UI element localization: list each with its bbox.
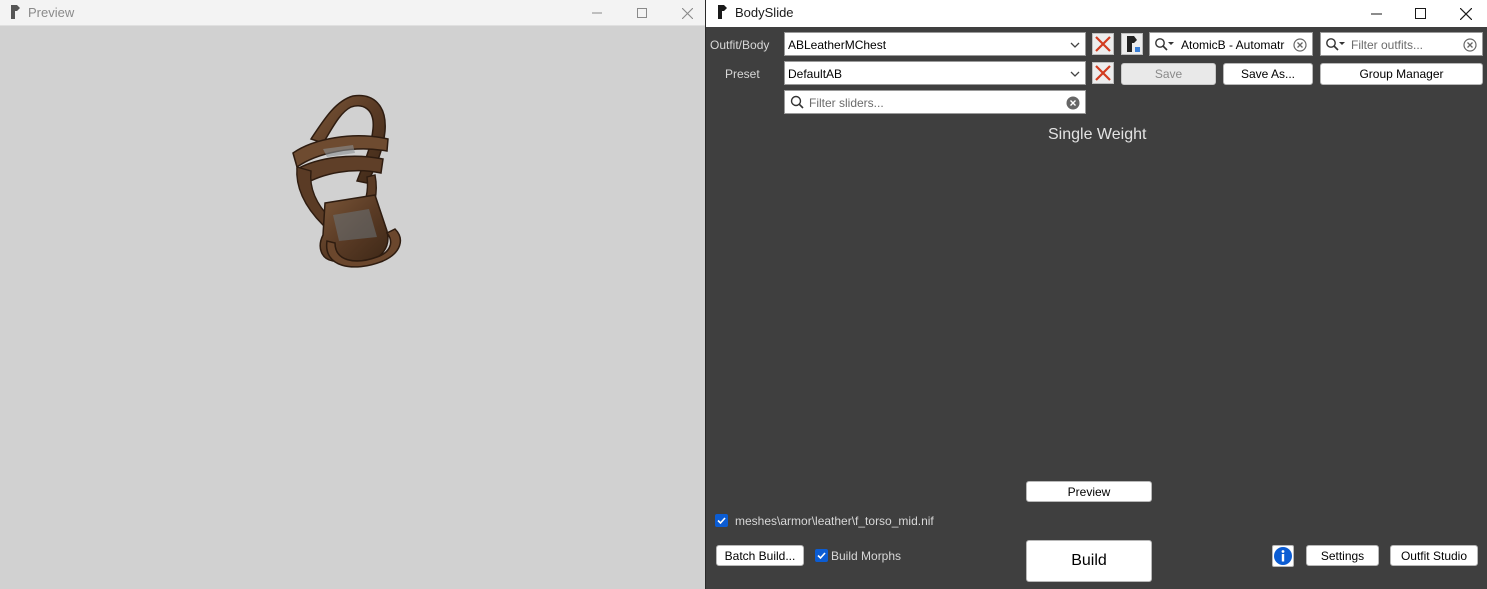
preset-label: Preset	[725, 67, 760, 81]
outfit-body-label: Outfit/Body	[710, 38, 770, 52]
info-icon	[1274, 547, 1292, 565]
maximize-icon[interactable]	[1398, 0, 1442, 27]
clear-search-icon[interactable]	[1293, 38, 1307, 52]
bodyslide-app-icon	[11, 5, 20, 19]
red-x-icon	[1095, 36, 1111, 52]
clear-search-icon[interactable]	[1463, 38, 1477, 52]
armor-model-render	[292, 94, 402, 268]
preview-window: Preview	[0, 0, 705, 589]
preview-3d-viewport[interactable]	[0, 27, 705, 589]
weight-mode-heading: Single Weight	[1048, 126, 1147, 143]
group-manager-button[interactable]: Group Manager	[1320, 63, 1483, 85]
maximize-icon[interactable]	[620, 0, 664, 26]
bodyslide-app-icon	[1127, 36, 1140, 52]
slider-filter-input[interactable]: Filter sliders...	[784, 90, 1086, 114]
output-path-checkbox[interactable]	[715, 514, 728, 527]
preview-button[interactable]: Preview	[1026, 481, 1152, 502]
outfit-filter-placeholder: Filter outfits...	[1351, 38, 1424, 52]
bodyslide-titlebar[interactable]: BodySlide	[706, 0, 1487, 27]
search-dropdown-icon[interactable]	[1325, 37, 1347, 53]
clear-preset-button[interactable]	[1092, 62, 1114, 84]
checkmark-icon	[817, 552, 826, 560]
outfit-body-value: ABLeatherMChest	[788, 38, 887, 52]
build-morphs-label: Build Morphs	[831, 549, 902, 563]
outfit-filter-input[interactable]: Filter outfits...	[1320, 32, 1483, 56]
slider-filter-placeholder: Filter sliders...	[809, 96, 884, 110]
batch-build-button[interactable]: Batch Build...	[716, 545, 804, 566]
clear-search-icon[interactable]	[1066, 96, 1080, 110]
close-icon[interactable]	[665, 0, 709, 26]
info-button[interactable]	[1272, 545, 1294, 567]
outfit-studio-button[interactable]: Outfit Studio	[1390, 545, 1478, 566]
preview-window-title: Preview	[28, 5, 75, 20]
clear-outfit-button[interactable]	[1092, 33, 1114, 55]
bodyslide-window-title: BodySlide	[735, 5, 794, 20]
settings-button[interactable]: Settings	[1306, 545, 1379, 566]
preset-combo[interactable]: DefaultAB	[784, 61, 1086, 85]
minimize-icon[interactable]	[1354, 0, 1398, 27]
checkmark-icon	[717, 517, 726, 525]
preset-value: DefaultAB	[788, 67, 843, 81]
save-as-preset-button[interactable]: Save As...	[1223, 63, 1313, 85]
group-filter-input[interactable]: AtomicB - Automatr	[1149, 32, 1313, 56]
build-button[interactable]: Build	[1026, 540, 1152, 582]
outfit-studio-shortcut-button[interactable]	[1121, 33, 1143, 55]
build-morphs-checkbox[interactable]	[815, 549, 828, 562]
chevron-down-icon	[1070, 71, 1080, 77]
search-dropdown-icon[interactable]	[1154, 37, 1176, 53]
bodyslide-app-icon	[718, 5, 727, 19]
minimize-icon[interactable]	[575, 0, 619, 26]
chevron-down-icon	[1070, 42, 1080, 48]
close-icon[interactable]	[1444, 0, 1487, 27]
save-preset-button[interactable]: Save	[1121, 63, 1216, 85]
output-path-label: meshes\armor\leather\f_torso_mid.nif	[735, 514, 934, 528]
group-filter-value: AtomicB - Automatr	[1181, 38, 1285, 52]
preview-titlebar[interactable]: Preview	[0, 0, 705, 26]
outfit-body-combo[interactable]: ABLeatherMChest	[784, 32, 1086, 56]
red-x-icon	[1095, 65, 1111, 81]
search-icon	[790, 95, 804, 109]
